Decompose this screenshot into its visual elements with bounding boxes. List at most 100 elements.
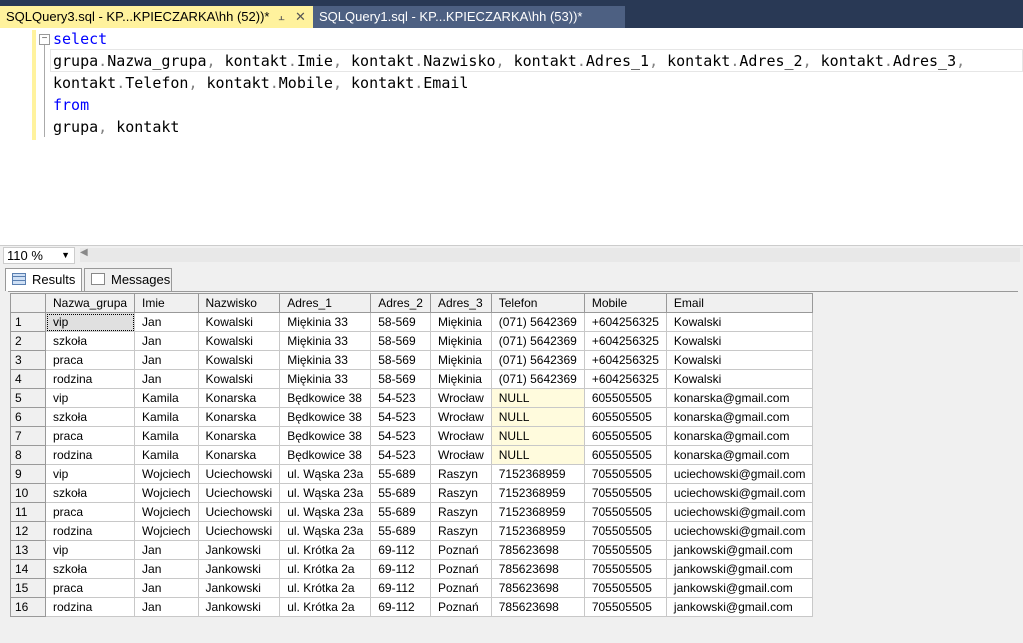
table-cell[interactable]: uciechowski@gmail.com	[665, 502, 814, 522]
table-cell[interactable]: Jan	[134, 559, 199, 579]
table-cell[interactable]: Wojciech	[134, 502, 199, 522]
table-cell[interactable]: 58-569	[370, 350, 431, 370]
table-cell[interactable]: Miękinia 33	[279, 331, 372, 351]
code-line[interactable]: grupa.Nazwa_grupa, kontakt.Imie, kontakt…	[53, 50, 965, 72]
table-cell[interactable]: Kowalski	[197, 331, 281, 351]
code-line[interactable]: kontakt.Telefon, kontakt.Mobile, kontakt…	[53, 72, 965, 94]
tab-sqlquery1[interactable]: SQLQuery1.sql - KP...KPIECZARKA\hh (53))…	[313, 6, 625, 28]
table-row[interactable]: 16 rodzina Jan Jankowski ul. Krótka 2a 69-112…	[10, 597, 814, 617]
table-cell[interactable]: 54-523	[370, 445, 431, 465]
table-cell[interactable]: Miękinia	[429, 350, 492, 370]
row-number[interactable]: 13	[10, 540, 46, 560]
table-cell[interactable]: Jankowski	[197, 597, 281, 617]
table-cell[interactable]: szkoła	[44, 483, 136, 503]
table-cell[interactable]: szkoła	[44, 559, 136, 579]
table-cell[interactable]: 69-112	[370, 559, 431, 579]
table-cell[interactable]: Konarska	[197, 426, 281, 446]
table-cell[interactable]: 58-569	[370, 312, 431, 332]
table-cell[interactable]: vip	[44, 464, 136, 484]
table-cell[interactable]: 7152368959	[490, 502, 585, 522]
table-cell[interactable]: ul. Wąska 23a	[279, 483, 372, 503]
table-cell[interactable]: Uciechowski	[197, 502, 281, 522]
table-cell[interactable]: Kowalski	[665, 331, 814, 351]
table-row[interactable]: 8 rodzina Kamila Konarska Będkowice 38 54-523…	[10, 445, 814, 465]
table-cell[interactable]: (071) 5642369	[490, 350, 585, 370]
table-cell[interactable]: konarska@gmail.com	[665, 426, 814, 446]
table-cell[interactable]: konarska@gmail.com	[665, 388, 814, 408]
zoom-select[interactable]: 110 % ▼	[3, 247, 75, 264]
horizontal-scrollbar[interactable]: ◀	[80, 247, 1020, 262]
table-cell[interactable]: 58-569	[370, 369, 431, 389]
table-cell[interactable]: Wrocław	[429, 388, 492, 408]
table-cell[interactable]: ul. Krótka 2a	[279, 597, 372, 617]
table-cell[interactable]: Kowalski	[665, 350, 814, 370]
table-cell[interactable]: (071) 5642369	[490, 331, 585, 351]
table-cell[interactable]: vip	[44, 540, 136, 560]
column-header[interactable]: Nazwa_grupa	[44, 293, 136, 313]
table-cell[interactable]: Konarska	[197, 388, 281, 408]
table-cell[interactable]: 705505505	[583, 464, 667, 484]
table-cell[interactable]: 705505505	[583, 559, 667, 579]
table-row[interactable]: 10 szkoła Wojciech Uciechowski ul. Wąska 23a…	[10, 483, 814, 503]
code-line[interactable]: grupa, kontakt	[53, 116, 965, 138]
table-cell[interactable]: Raszyn	[429, 464, 492, 484]
table-cell[interactable]: Kamila	[134, 426, 199, 446]
column-header[interactable]: Adres_2	[370, 293, 431, 313]
table-cell[interactable]: ul. Krótka 2a	[279, 559, 372, 579]
table-cell[interactable]: Jankowski	[197, 559, 281, 579]
table-cell[interactable]: 705505505	[583, 578, 667, 598]
table-cell[interactable]: Jan	[134, 540, 199, 560]
table-cell[interactable]: Raszyn	[429, 502, 492, 522]
row-number[interactable]: 10	[10, 483, 46, 503]
table-row[interactable]: 2 szkoła Jan Kowalski Miękinia 33 58-569 Mięki…	[10, 331, 814, 351]
table-cell[interactable]: konarska@gmail.com	[665, 445, 814, 465]
table-cell[interactable]: Jankowski	[197, 540, 281, 560]
table-cell[interactable]: szkoła	[44, 407, 136, 427]
table-cell[interactable]: 69-112	[370, 540, 431, 560]
column-header[interactable]: Email	[665, 293, 814, 313]
collapse-icon[interactable]: −	[39, 34, 50, 45]
table-cell[interactable]: 54-523	[370, 388, 431, 408]
table-cell[interactable]: ul. Wąska 23a	[279, 502, 372, 522]
table-cell[interactable]: Miękinia 33	[279, 369, 372, 389]
table-cell[interactable]: Konarska	[197, 445, 281, 465]
table-cell[interactable]: Jan	[134, 312, 199, 332]
table-cell[interactable]: jankowski@gmail.com	[665, 540, 814, 560]
table-cell[interactable]: Poznań	[429, 559, 492, 579]
code-text[interactable]: select grupa.Nazwa_grupa, kontakt.Imie, k…	[53, 28, 965, 138]
table-cell[interactable]: (071) 5642369	[490, 369, 585, 389]
row-number[interactable]: 14	[10, 559, 46, 579]
table-cell[interactable]: Miękinia	[429, 369, 492, 389]
table-cell[interactable]: praca	[44, 578, 136, 598]
table-cell[interactable]: 55-689	[370, 502, 431, 522]
table-cell[interactable]: ul. Wąska 23a	[279, 464, 372, 484]
row-number[interactable]: 2	[10, 331, 46, 351]
table-row[interactable]: 7 praca Kamila Konarska Będkowice 38 54-523 Wr…	[10, 426, 814, 446]
row-number[interactable]: 3	[10, 350, 46, 370]
column-header[interactable]: Telefon	[490, 293, 585, 313]
table-cell[interactable]: Kowalski	[665, 312, 814, 332]
table-cell[interactable]: 785623698	[490, 578, 585, 598]
code-line[interactable]: from	[53, 94, 965, 116]
table-cell[interactable]: Będkowice 38	[279, 426, 372, 446]
table-cell[interactable]: Uciechowski	[197, 521, 281, 541]
table-cell[interactable]: 705505505	[583, 540, 667, 560]
table-cell[interactable]: uciechowski@gmail.com	[665, 521, 814, 541]
table-cell[interactable]: jankowski@gmail.com	[665, 578, 814, 598]
table-cell[interactable]: 55-689	[370, 521, 431, 541]
table-cell[interactable]: ul. Wąska 23a	[279, 521, 372, 541]
column-header[interactable]: Mobile	[583, 293, 667, 313]
table-cell[interactable]: 69-112	[370, 578, 431, 598]
row-number[interactable]: 15	[10, 578, 46, 598]
table-cell[interactable]: Kowalski	[197, 369, 281, 389]
column-header[interactable]: Adres_3	[429, 293, 492, 313]
pin-icon[interactable]: ⫠	[278, 6, 285, 28]
table-row[interactable]: 5 vip Kamila Konarska Będkowice 38 54-523 Wroc…	[10, 388, 814, 408]
table-cell[interactable]: Kowalski	[665, 369, 814, 389]
table-cell[interactable]: jankowski@gmail.com	[665, 597, 814, 617]
tab-results[interactable]: Results	[5, 268, 82, 291]
table-cell[interactable]: Jan	[134, 369, 199, 389]
table-cell[interactable]: Miękinia	[429, 312, 492, 332]
table-cell[interactable]: uciechowski@gmail.com	[665, 464, 814, 484]
table-cell[interactable]: Kowalski	[197, 312, 281, 332]
